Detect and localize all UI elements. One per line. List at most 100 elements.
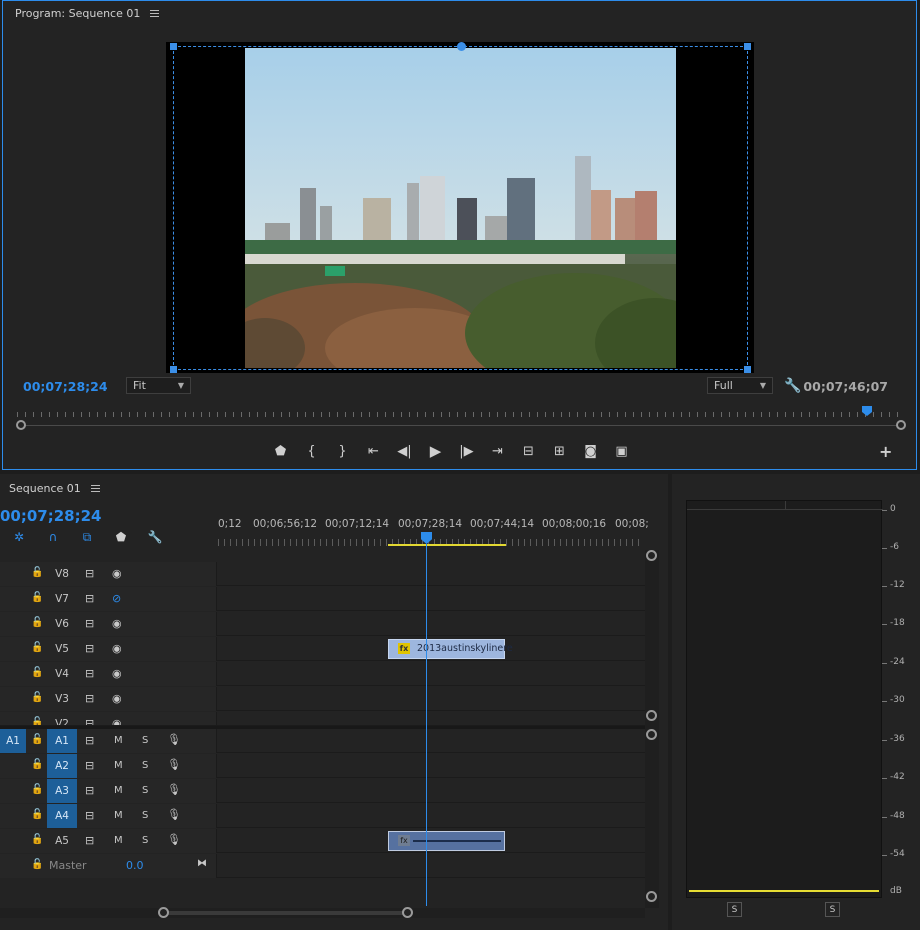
lock-icon[interactable]: 🔓 xyxy=(31,642,43,653)
track-name[interactable]: V3 xyxy=(47,687,77,711)
scroll-handle-bottom[interactable] xyxy=(646,891,657,902)
microphone-icon[interactable]: 🎙 xyxy=(167,758,181,771)
solo-right-button[interactable]: S xyxy=(825,902,840,917)
add-marker-icon[interactable]: ⬟ xyxy=(265,441,296,461)
scroll-handle-top[interactable] xyxy=(646,550,657,561)
lock-icon[interactable]: 🔓 xyxy=(31,834,43,845)
resize-handle-top-right[interactable] xyxy=(744,43,751,50)
lock-icon[interactable]: 🔓 xyxy=(31,567,43,578)
export-frame-icon[interactable]: ◙ xyxy=(575,441,606,461)
mark-in-icon[interactable]: { xyxy=(296,441,327,461)
step-forward-icon[interactable]: |▶ xyxy=(451,441,482,461)
mute-button[interactable]: M xyxy=(114,835,123,846)
track-name[interactable]: A1 xyxy=(47,729,77,753)
go-to-out-icon[interactable]: ⇥ xyxy=(482,441,513,461)
microphone-icon[interactable]: 🎙 xyxy=(167,808,181,821)
lock-icon[interactable]: 🔓 xyxy=(31,717,43,725)
extract-icon[interactable]: ⊞ xyxy=(544,441,575,461)
track-lane[interactable] xyxy=(218,562,645,586)
eye-icon[interactable]: ◉ xyxy=(112,617,122,630)
track-lane[interactable] xyxy=(218,612,645,636)
track-lane[interactable] xyxy=(218,587,645,611)
track-lane[interactable] xyxy=(218,754,645,778)
lock-icon[interactable]: 🔓 xyxy=(31,759,43,770)
track-lane[interactable] xyxy=(218,729,645,753)
solo-button[interactable]: S xyxy=(142,735,148,746)
panel-menu-icon[interactable] xyxy=(150,10,160,17)
sync-lock-icon[interactable]: ⊟ xyxy=(85,642,94,655)
horizontal-scroll-bar[interactable] xyxy=(0,907,645,918)
settings-wrench-icon[interactable]: 🔧 xyxy=(784,378,801,394)
zoom-level-select[interactable]: Fit ▼ xyxy=(126,377,191,394)
track-lane[interactable]: fx xyxy=(218,829,645,853)
resize-handle-top-left[interactable] xyxy=(170,43,177,50)
track-lane[interactable] xyxy=(218,712,645,725)
microphone-icon[interactable]: 🎙 xyxy=(167,733,181,746)
lock-icon[interactable]: 🔓 xyxy=(31,592,43,603)
solo-left-button[interactable]: S xyxy=(727,902,742,917)
program-time-ruler[interactable] xyxy=(17,405,903,417)
sync-lock-icon[interactable]: ⊟ xyxy=(85,717,94,725)
timeline-timecode[interactable]: 00;07;28;24 xyxy=(0,507,102,525)
add-marker-icon[interactable]: ⬟ xyxy=(104,530,138,544)
timeline-ruler[interactable]: 0;12 00;06;56;12 00;07;12;14 00;07;28;14… xyxy=(218,518,649,532)
lock-icon[interactable]: 🔓 xyxy=(31,692,43,703)
transform-bounding-box[interactable] xyxy=(170,42,751,373)
mute-button[interactable]: M xyxy=(114,785,123,796)
mute-button[interactable]: M xyxy=(114,760,123,771)
track-lane[interactable] xyxy=(218,662,645,686)
sync-lock-icon[interactable]: ⊟ xyxy=(85,692,94,705)
track-name[interactable]: V5 xyxy=(47,637,77,661)
microphone-icon[interactable]: 🎙 xyxy=(167,783,181,796)
playback-resolution-select[interactable]: Full ▼ xyxy=(707,377,773,394)
step-back-icon[interactable]: ◀| xyxy=(389,441,420,461)
sync-lock-icon[interactable]: ⊟ xyxy=(85,759,94,772)
panel-menu-icon[interactable] xyxy=(90,485,100,492)
timeline-title[interactable]: Sequence 01 xyxy=(9,482,81,495)
track-name[interactable]: V8 xyxy=(47,562,77,586)
scroll-handle-video-bottom[interactable] xyxy=(646,710,657,721)
eye-hidden-icon[interactable]: ⊘ xyxy=(112,592,121,605)
scroll-handle-left[interactable] xyxy=(16,420,26,430)
zoom-scroll-bar[interactable] xyxy=(16,420,906,430)
solo-button[interactable]: S xyxy=(142,785,148,796)
track-name[interactable]: V4 xyxy=(47,662,77,686)
track-lane[interactable] xyxy=(218,779,645,803)
comparison-view-icon[interactable]: ▣ xyxy=(606,441,637,461)
track-name[interactable]: A5 xyxy=(47,829,77,853)
solo-button[interactable]: S xyxy=(142,810,148,821)
source-patch-a1[interactable]: A1 xyxy=(0,729,26,753)
sync-lock-icon[interactable]: ⊟ xyxy=(85,592,94,605)
timeline-settings-wrench-icon[interactable]: 🔧 xyxy=(138,530,172,544)
track-lane[interactable] xyxy=(218,854,645,878)
lock-icon[interactable]: 🔓 xyxy=(31,617,43,628)
eye-icon[interactable]: ◉ xyxy=(112,717,122,725)
sync-lock-icon[interactable]: ⊟ xyxy=(85,667,94,680)
lock-icon[interactable]: 🔓 xyxy=(31,809,43,820)
track-name[interactable]: V2 xyxy=(47,712,77,725)
mute-button[interactable]: M xyxy=(114,810,123,821)
master-volume-value[interactable]: 0.0 xyxy=(126,859,144,872)
track-name[interactable]: A2 xyxy=(47,754,77,778)
lift-icon[interactable]: ⊟ xyxy=(513,441,544,461)
track-lane[interactable] xyxy=(218,804,645,828)
scroll-handle-left[interactable] xyxy=(158,907,169,918)
play-icon[interactable]: ▶ xyxy=(420,441,451,461)
linked-selection-icon[interactable]: ⧉ xyxy=(70,530,104,544)
scroll-handle-right[interactable] xyxy=(896,420,906,430)
lock-icon[interactable]: 🔓 xyxy=(31,734,43,745)
solo-button[interactable]: S xyxy=(142,835,148,846)
lock-icon[interactable]: 🔓 xyxy=(31,784,43,795)
audio-clip[interactable]: fx xyxy=(388,831,505,851)
button-editor-add-icon[interactable]: + xyxy=(879,442,892,461)
go-to-in-icon[interactable]: ⇤ xyxy=(358,441,389,461)
sync-lock-icon[interactable]: ⊟ xyxy=(85,734,94,747)
vertical-scroll-bar[interactable] xyxy=(645,550,659,908)
solo-button[interactable]: S xyxy=(142,760,148,771)
playhead-timecode[interactable]: 00;07;28;24 xyxy=(23,379,108,394)
track-lane[interactable] xyxy=(218,687,645,711)
go-to-next-edit-icon[interactable]: ⧓ xyxy=(197,858,207,869)
track-name[interactable]: A4 xyxy=(47,804,77,828)
lock-icon[interactable]: 🔓 xyxy=(31,667,43,678)
video-clip[interactable]: fx 2013austinskylinere xyxy=(388,639,513,659)
